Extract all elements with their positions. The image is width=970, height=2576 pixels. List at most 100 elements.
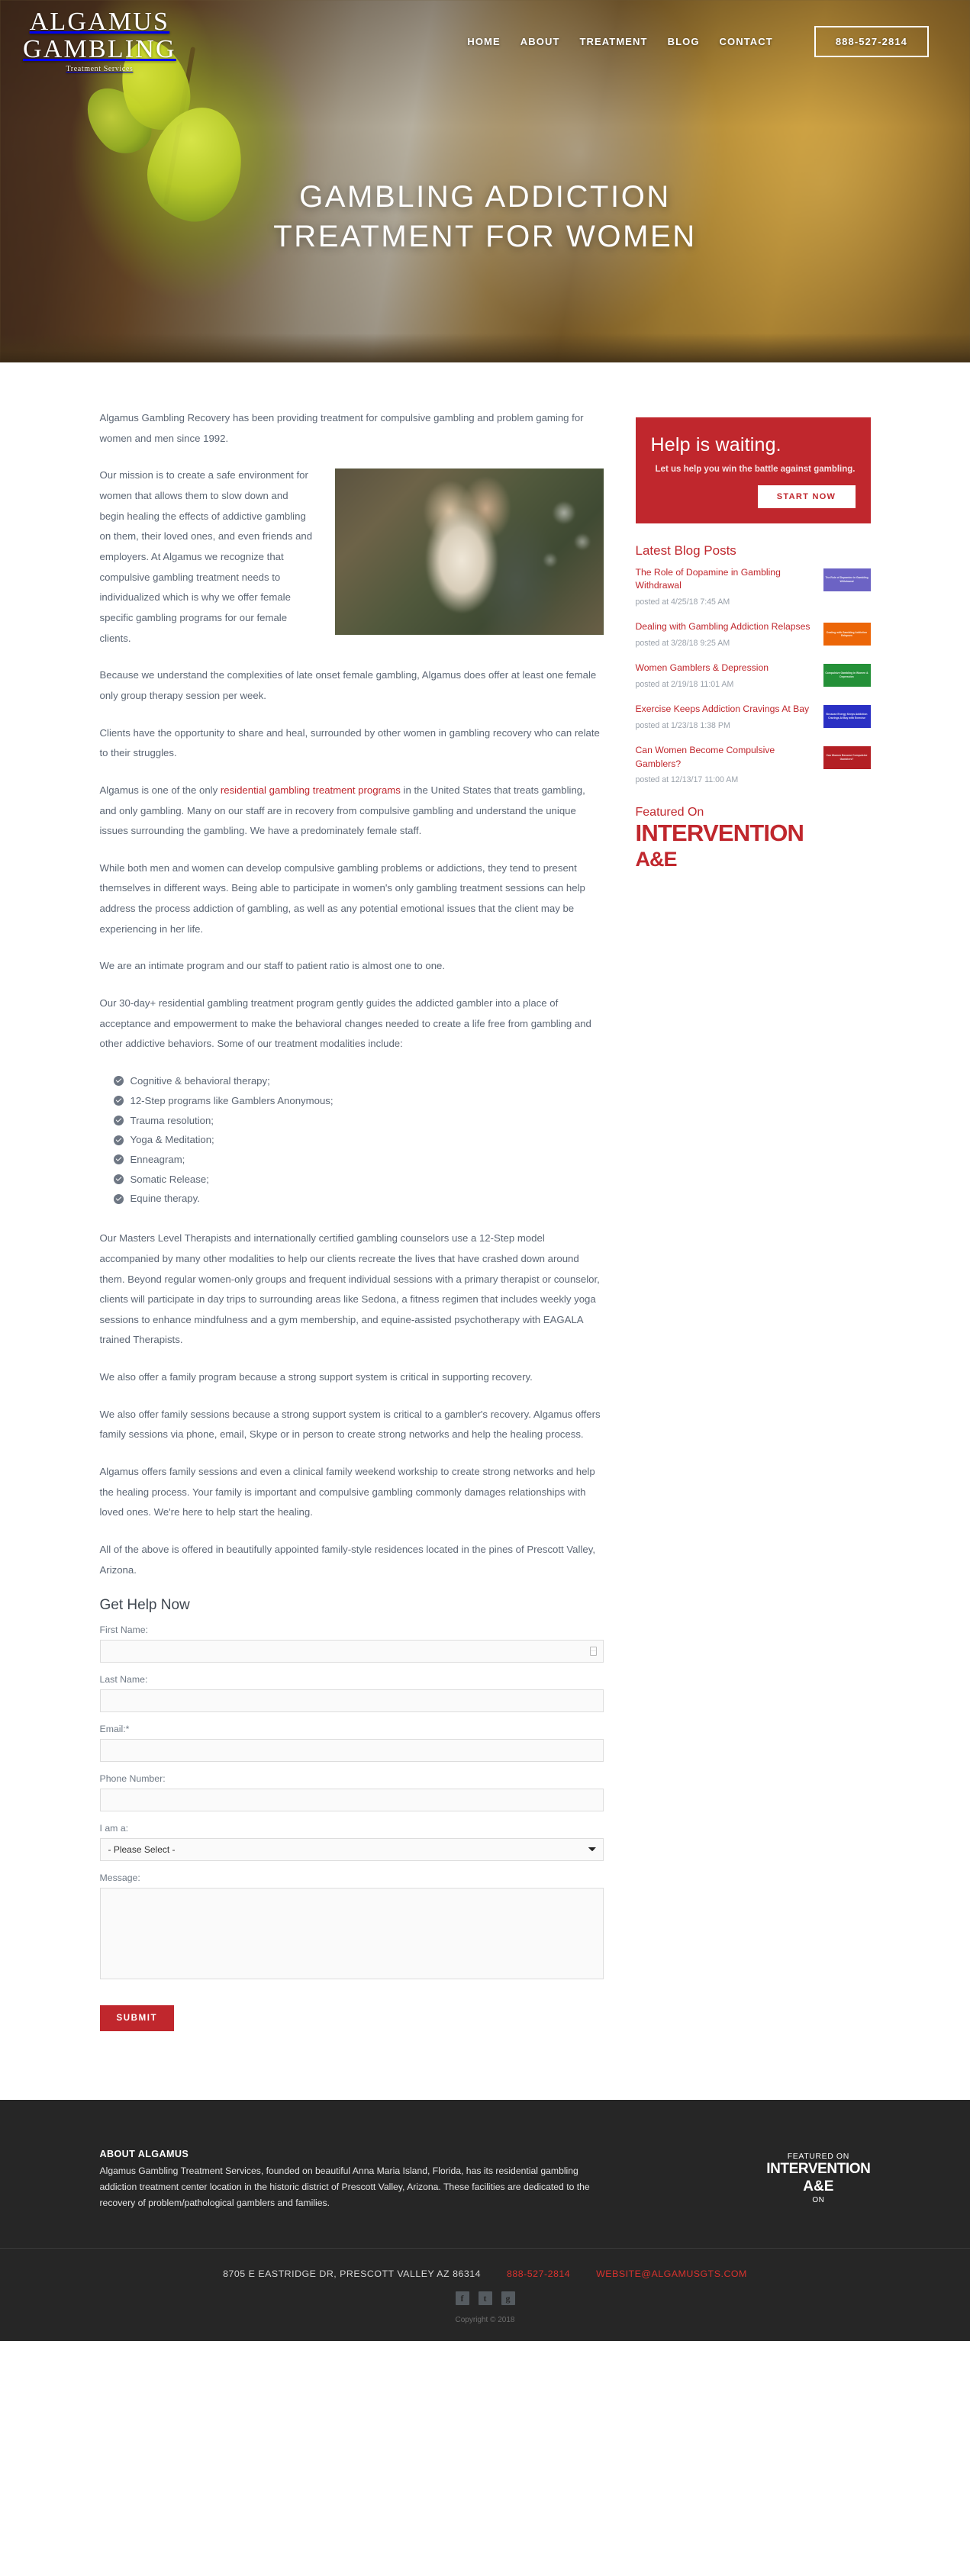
intervention-wordmark: INTERVENTION	[635, 819, 804, 847]
post-text: Dealing with Gambling Addiction Relapses…	[636, 620, 816, 649]
copyright-text: Copyright © 2018	[455, 2316, 515, 2325]
footer-email-link[interactable]: WEBSITE@ALGAMUSGTS.COM	[596, 2268, 747, 2279]
phone-label: Phone Number:	[99, 1773, 166, 1785]
check-circle-icon	[113, 1115, 124, 1125]
family-weekend-paragraph: Algamus offers family sessions and even …	[99, 1466, 595, 1518]
check-circle-icon	[113, 1154, 124, 1165]
facebook-icon[interactable]: f	[455, 2291, 469, 2306]
blog-post-thumbnail[interactable]: Can Women Become Compulsive Gamblers?	[823, 745, 871, 769]
main-nav: HOME ABOUT TREATMENT BLOG CONTACT 888-52…	[467, 25, 929, 57]
about-algamus-block: ABOUT ALGAMUS Algamus Gambling Treatment…	[100, 2149, 634, 2211]
twitter-icon[interactable]: t	[478, 2291, 492, 2306]
post-text: Exercise Keeps Addiction Cravings At Bay…	[636, 703, 816, 732]
header-phone-button[interactable]: 888-527-2814	[814, 25, 929, 57]
last-name-label: Last Name:	[99, 1674, 148, 1686]
check-circle-icon	[113, 1174, 124, 1185]
footer-address: 8705 E EASTRIDGE DR, PRESCOTT VALLEY AZ …	[223, 2268, 482, 2280]
contact-card-icon[interactable]	[589, 1647, 597, 1657]
first-name-label: First Name:	[99, 1624, 149, 1636]
i-am-a-select[interactable]: - Please Select -	[99, 1838, 604, 1862]
nav-item-blog[interactable]: BLOG	[668, 36, 700, 47]
submit-button[interactable]: SUBMIT	[99, 2005, 175, 2032]
therapists-paragraph: Our Masters Level Therapists and interna…	[99, 1232, 600, 1346]
list-item: Dealing with Gambling Addiction Relapses…	[636, 620, 871, 649]
complexities-paragraph: Because we understand the complexities o…	[99, 669, 597, 701]
list-item: 12-Step programs like Gamblers Anonymous…	[113, 1091, 604, 1111]
thumbnail-caption: Compulsive Gambling in Women & Depressio…	[825, 671, 868, 679]
blog-post-title[interactable]: Exercise Keeps Addiction Cravings At Bay	[636, 703, 816, 716]
footer-contact-row: 8705 E EASTRIDGE DR, PRESCOTT VALLEY AZ …	[0, 2268, 970, 2279]
residences-paragraph: All of the above is offered in beautiful…	[99, 1544, 595, 1576]
residential-programs-link[interactable]: residential gambling treatment programs	[221, 784, 401, 796]
email-input[interactable]	[99, 1739, 604, 1763]
list-item: Cognitive & behavioral therapy;	[113, 1071, 604, 1091]
modalities-intro-paragraph: Our 30-day+ residential gambling treatme…	[99, 997, 591, 1050]
list-item-label: Somatic Release;	[130, 1173, 209, 1185]
last-name-field-group: Last Name:	[99, 1674, 604, 1713]
list-item-label: Cognitive & behavioral therapy;	[130, 1075, 270, 1087]
footer-featured-label: FEATURED ON	[787, 2152, 849, 2162]
blog-post-date: posted at 3/28/18 9:25 AM	[635, 639, 730, 649]
clients-paragraph: Clients have the opportunity to share an…	[99, 726, 600, 759]
main-column: Algamus Gambling Recovery has been provi…	[99, 408, 604, 2032]
list-item: Enneagram;	[113, 1150, 604, 1170]
blog-post-title[interactable]: The Role of Dopamine in Gambling Withdra…	[636, 566, 816, 594]
blog-post-thumbnail[interactable]: Because Energy Keeps Addiction Cravings …	[823, 704, 871, 728]
start-now-button[interactable]: START NOW	[757, 485, 856, 508]
footer-featured-on-block: FEATURED ON INTERVENTION A&E ON	[766, 2149, 871, 2204]
phone-field-group: Phone Number:	[99, 1773, 604, 1812]
footer-phone-link[interactable]: 888-527-2814	[507, 2268, 570, 2279]
post-text: The Role of Dopamine in Gambling Withdra…	[636, 566, 816, 609]
nav-item-home[interactable]: HOME	[467, 36, 500, 47]
blog-post-title[interactable]: Dealing with Gambling Addiction Relapses	[636, 620, 816, 634]
content-container: Algamus Gambling Recovery has been provi…	[99, 408, 871, 2032]
blog-post-date: posted at 2/19/18 11:01 AM	[635, 679, 734, 689]
hero-section: ALGAMUS GAMBLING Treatment Services HOME…	[0, 0, 970, 362]
women-embracing-photo	[334, 469, 604, 636]
link-text-before: Algamus is one of the only	[99, 784, 221, 796]
list-item-label: 12-Step programs like Gamblers Anonymous…	[130, 1094, 334, 1106]
ae-wordmark: A&E	[635, 848, 678, 871]
phone-input[interactable]	[99, 1789, 604, 1812]
nav-item-about[interactable]: ABOUT	[520, 36, 560, 47]
first-name-input[interactable]	[99, 1640, 604, 1663]
about-heading: ABOUT ALGAMUS	[99, 2149, 189, 2160]
blog-post-title[interactable]: Women Gamblers & Depression	[636, 662, 816, 675]
i-am-a-label: I am a:	[99, 1823, 129, 1834]
hero-title-line-2: TREATMENT FOR WOMEN	[273, 220, 697, 253]
blog-post-thumbnail[interactable]: The Role of Dopamine in Gambling Withdra…	[823, 568, 871, 591]
logo-line-1: ALGAMUS	[29, 8, 170, 36]
blog-post-thumbnail[interactable]: Dealing with Gambling Addiction Relapses	[823, 623, 871, 646]
thumbnail-caption: The Role of Dopamine in Gambling Withdra…	[825, 575, 868, 583]
latest-blog-posts-heading: Latest Blog Posts	[635, 543, 736, 558]
social-links: f t g	[0, 2291, 970, 2306]
post-text: Women Gamblers & Depression posted at 2/…	[636, 662, 816, 691]
check-circle-icon	[113, 1096, 124, 1106]
check-circle-icon	[113, 1076, 124, 1087]
last-name-input[interactable]	[99, 1689, 604, 1713]
google-plus-icon[interactable]: g	[501, 2291, 515, 2306]
site-logo[interactable]: ALGAMUS GAMBLING Treatment Services	[23, 9, 176, 73]
check-circle-icon	[113, 1135, 124, 1145]
message-textarea[interactable]	[99, 1888, 604, 1980]
first-name-input-wrap	[99, 1640, 604, 1663]
blog-post-date: posted at 4/25/18 7:45 AM	[635, 597, 730, 607]
blog-post-date: posted at 12/13/17 11:00 AM	[635, 775, 739, 785]
thumbnail-caption: Because Energy Keeps Addiction Cravings …	[826, 713, 868, 720]
thumbnail-caption: Dealing with Gambling Addiction Relapses	[827, 630, 867, 638]
help-waiting-banner: Help is waiting. Let us help you win the…	[635, 417, 871, 523]
hero-title: GAMBLING ADDICTION TREATMENT FOR WOMEN	[0, 177, 970, 256]
i-am-a-field-group: I am a: - Please Select -	[99, 1823, 604, 1862]
list-item: Women Gamblers & Depression posted at 2/…	[636, 662, 871, 691]
nav-item-contact[interactable]: CONTACT	[720, 36, 773, 47]
list-item: Equine therapy.	[113, 1189, 604, 1209]
top-navigation-bar: ALGAMUS GAMBLING Treatment Services HOME…	[0, 0, 970, 82]
nav-item-treatment[interactable]: TREATMENT	[579, 36, 647, 47]
banner-subtext: Let us help you win the battle against g…	[655, 465, 856, 474]
email-field-group: Email:*	[99, 1724, 604, 1763]
blog-post-title[interactable]: Can Women Become Compulsive Gamblers?	[636, 744, 816, 771]
logo-tagline: Treatment Services	[66, 65, 134, 73]
blog-post-thumbnail[interactable]: Compulsive Gambling in Women & Depressio…	[823, 664, 871, 687]
photo-surface	[334, 469, 604, 636]
hero-bottom-gradient	[0, 333, 970, 362]
